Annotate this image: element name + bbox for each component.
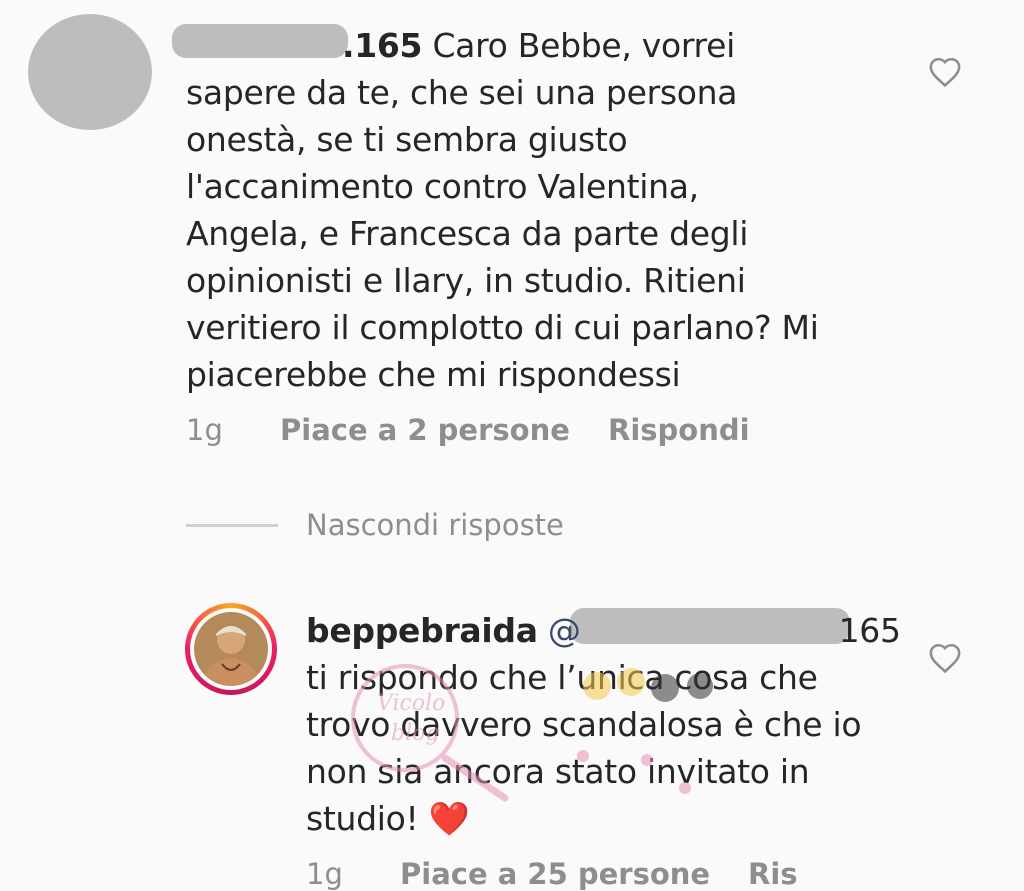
reply-mention[interactable]: @ xyxy=(548,611,581,650)
comment-likes[interactable]: Piace a 2 persone xyxy=(280,413,570,447)
svg-text:Vicolo: Vicolo xyxy=(377,691,445,716)
comment-time: 1g xyxy=(186,413,223,447)
divider xyxy=(186,524,278,527)
comment-username[interactable]: .165 xyxy=(342,26,423,65)
heart-outline-icon[interactable] xyxy=(928,56,962,88)
watermark-logo: Vicolo blog xyxy=(335,648,785,808)
reply-likes[interactable]: Piace a 25 persone xyxy=(400,857,710,891)
reply-button[interactable]: Rispondi xyxy=(608,413,750,447)
avatar[interactable] xyxy=(194,612,268,686)
reply-time: 1g xyxy=(306,857,343,891)
heart-outline-icon[interactable] xyxy=(928,642,962,674)
comment-text: .165 Caro Bebbe, vorrei sapere da te, ch… xyxy=(186,22,826,398)
reply-username[interactable]: beppebraida xyxy=(306,611,538,650)
reply-reply-button[interactable]: Ris xyxy=(748,857,798,891)
comment-body: Caro Bebbe, vorrei sapere da te, che sei… xyxy=(186,26,819,394)
hide-replies-button[interactable]: Nascondi risposte xyxy=(306,508,564,542)
avatar-redacted[interactable] xyxy=(28,14,152,130)
svg-text:blog: blog xyxy=(391,721,439,746)
